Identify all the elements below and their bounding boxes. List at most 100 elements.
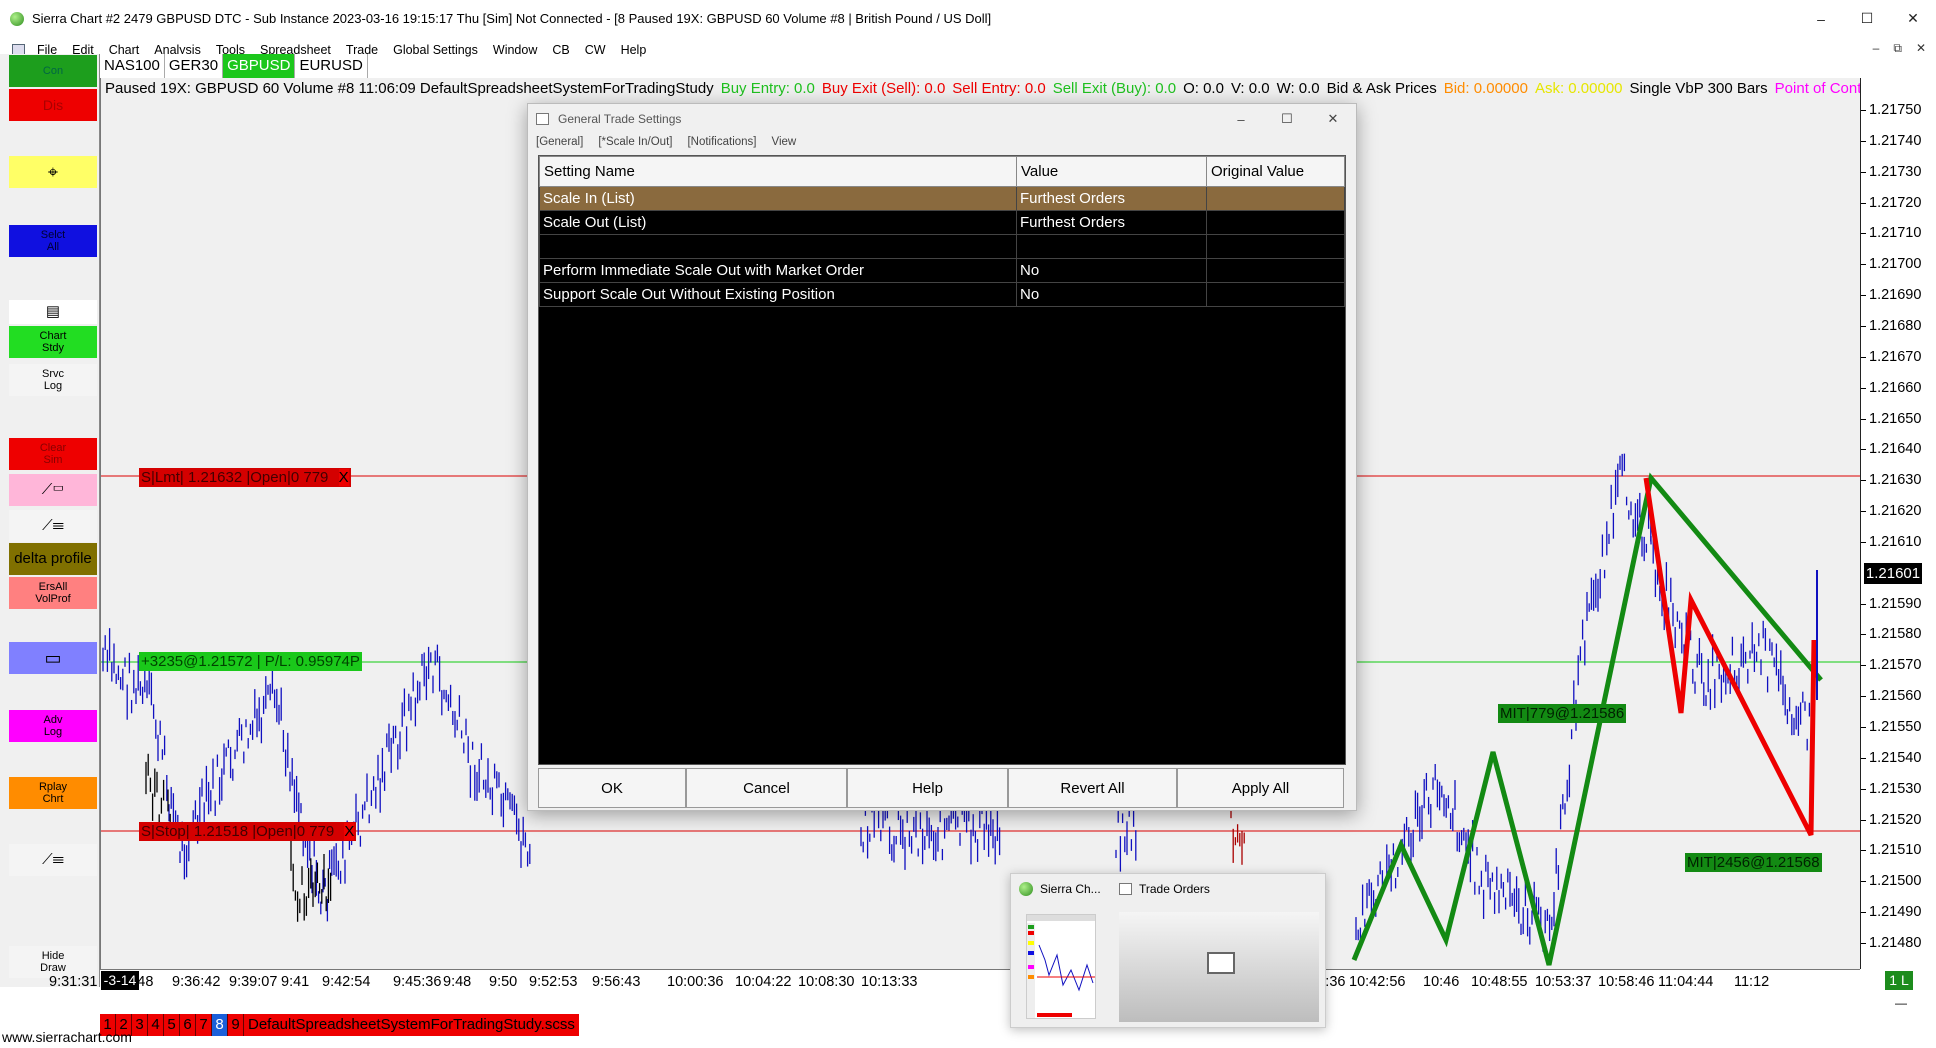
service-log-button[interactable]: Srvc Log bbox=[9, 364, 97, 396]
stop-order-label[interactable]: S|Stop| 1.21518 |Open|0 779 X bbox=[139, 822, 357, 841]
study-tab-7[interactable]: 7 bbox=[196, 1014, 212, 1036]
column-original-value[interactable]: Original Value bbox=[1206, 156, 1345, 187]
taskbar-item-sierra[interactable]: Sierra Ch... bbox=[1019, 882, 1101, 896]
fib-tool-button[interactable]: ⟋☰ bbox=[9, 510, 97, 542]
dialog-tab-view[interactable]: View bbox=[772, 136, 797, 148]
fib-extension-icon: ⟋☰ bbox=[42, 851, 64, 868]
replay-chart-button[interactable]: Rplay Chrt bbox=[9, 777, 97, 809]
crosshair-button[interactable]: ⌖ bbox=[9, 156, 97, 188]
time-axis[interactable]: 9:31:319:33:489:36:429:39:079:419:42:549… bbox=[49, 969, 1860, 993]
mdi-minimize-button[interactable]: – bbox=[1873, 41, 1880, 56]
dialog-tab-notifications[interactable]: [Notifications] bbox=[687, 136, 756, 148]
menu-global-settings[interactable]: Global Settings bbox=[393, 43, 478, 57]
ersall-label-2: VolProf bbox=[35, 593, 71, 605]
maximize-button[interactable]: ☐ bbox=[1844, 0, 1890, 37]
chart-studies-button[interactable]: Chart Stdy bbox=[9, 326, 97, 358]
horizontal-scroll-indicator[interactable]: — bbox=[1895, 996, 1907, 1010]
setting-value bbox=[1016, 234, 1207, 259]
column-value[interactable]: Value bbox=[1016, 156, 1207, 187]
select-all-button[interactable]: Selct All bbox=[9, 225, 97, 257]
close-button[interactable]: ✕ bbox=[1890, 0, 1936, 37]
sierra-chart-thumbnail[interactable] bbox=[1026, 914, 1096, 1019]
help-button[interactable]: Help bbox=[847, 768, 1008, 808]
mit-order-label-1[interactable]: MIT|779@1.21586 bbox=[1498, 704, 1627, 723]
mit-order-text-1: MIT|779@1.21586 bbox=[1500, 705, 1625, 722]
draw-tool-button[interactable]: ⟋▭ bbox=[9, 474, 97, 506]
settings-row[interactable]: Scale Out (List) Furthest Orders bbox=[539, 210, 1345, 235]
apply-all-button[interactable]: Apply All bbox=[1177, 768, 1344, 808]
rectangle-tool-button[interactable]: ▭ bbox=[9, 642, 97, 674]
fib-retracement-icon: ⟋☰ bbox=[42, 517, 64, 534]
setting-value[interactable]: No bbox=[1016, 282, 1207, 307]
study-tab-6[interactable]: 6 bbox=[180, 1014, 196, 1036]
price-tick-label: 1.21620 bbox=[1860, 503, 1922, 520]
price-axis[interactable]: 1.21750 1.21740 1.21730 1.21720 1.21710 1.217… bbox=[1860, 78, 1936, 969]
info-w: W: 0.0 bbox=[1276, 80, 1320, 97]
fib-extension-button[interactable]: ⟋☰ bbox=[9, 844, 97, 876]
dialog-tab-general[interactable]: [General] bbox=[536, 136, 583, 148]
study-tab-5[interactable]: 5 bbox=[164, 1014, 180, 1036]
price-tick-label: 1.21500 bbox=[1860, 873, 1922, 890]
settings-row[interactable]: Scale In (List) Furthest Orders bbox=[539, 186, 1345, 211]
setting-original bbox=[1206, 282, 1345, 307]
menu-cw[interactable]: CW bbox=[585, 43, 606, 57]
dialog-maximize-button[interactable]: ☐ bbox=[1264, 104, 1310, 134]
spreadsheet-file-tab[interactable]: DefaultSpreadsheetSystemForTradingStudy.… bbox=[244, 1014, 579, 1036]
dialog-tab-scale-in-out[interactable]: [*Scale In/Out] bbox=[598, 136, 672, 148]
setting-value[interactable]: Furthest Orders bbox=[1016, 186, 1207, 211]
study-tab-3[interactable]: 3 bbox=[132, 1014, 148, 1036]
time-tick-label: 9:39:07 bbox=[229, 974, 278, 990]
time-tick-label: 11:12 bbox=[1734, 974, 1770, 990]
mdi-restore-button[interactable]: ⧉ bbox=[1893, 41, 1902, 56]
clear-sim-button[interactable]: Clear Sim bbox=[9, 438, 97, 470]
tab-ger30[interactable]: GER30 bbox=[165, 54, 224, 78]
tab-nas100[interactable]: NAS100 bbox=[100, 54, 165, 78]
mit-order-label-2[interactable]: MIT|2456@1.21568 bbox=[1685, 853, 1822, 872]
time-tick-label: 10:48:55 bbox=[1471, 974, 1528, 990]
limit-order-label[interactable]: S|Lmt| 1.21632 |Open|0 779 X bbox=[139, 468, 351, 487]
dialog-close-button[interactable]: ✕ bbox=[1310, 104, 1356, 134]
time-tick-label: 10:00:36 bbox=[667, 974, 724, 990]
minimize-button[interactable]: – bbox=[1798, 0, 1844, 37]
service-log-label-2: Log bbox=[43, 380, 63, 392]
adv-log-button[interactable]: Adv Log bbox=[9, 710, 97, 742]
dialog-minimize-button[interactable]: – bbox=[1218, 104, 1264, 134]
dialog-window-icon bbox=[536, 113, 549, 125]
revert-all-button[interactable]: Revert All bbox=[1008, 768, 1177, 808]
erase-all-volume-profile-button[interactable]: ErsAll VolProf bbox=[9, 577, 97, 609]
delta-profile-button[interactable]: delta profile bbox=[9, 543, 97, 575]
settings-row[interactable]: Perform Immediate Scale Out with Market … bbox=[539, 258, 1345, 283]
trade-orders-thumbnail[interactable] bbox=[1119, 912, 1319, 1022]
menu-cb[interactable]: CB bbox=[552, 43, 569, 57]
general-trade-settings-dialog: General Trade Settings – ☐ ✕ [General] [… bbox=[527, 103, 1357, 811]
study-tab-4[interactable]: 4 bbox=[148, 1014, 164, 1036]
dis-button[interactable]: Dis bbox=[9, 89, 97, 121]
mdi-close-button[interactable]: ✕ bbox=[1916, 41, 1926, 56]
price-tick-label: 1.21730 bbox=[1860, 163, 1922, 180]
title-bar: Sierra Chart #2 2479 GBPUSD DTC - Sub In… bbox=[0, 0, 1936, 37]
time-tick-label: 10:04:22 bbox=[735, 974, 792, 990]
cancel-button[interactable]: Cancel bbox=[686, 768, 847, 808]
price-tick-label: 1.21530 bbox=[1860, 780, 1922, 797]
position-label[interactable]: +3235@1.21572 | P/L: 0.95974P bbox=[139, 652, 362, 671]
menu-window[interactable]: Window bbox=[493, 43, 537, 57]
column-setting-name[interactable]: Setting Name bbox=[539, 156, 1017, 187]
limit-order-cancel[interactable]: X bbox=[338, 469, 349, 486]
taskbar-item-trade-orders[interactable]: Trade Orders bbox=[1119, 882, 1210, 896]
setting-value[interactable]: Furthest Orders bbox=[1016, 210, 1207, 235]
ok-button[interactable]: OK bbox=[538, 768, 686, 808]
setting-value[interactable]: No bbox=[1016, 258, 1207, 283]
dis-label: Dis bbox=[42, 97, 64, 113]
settings-row[interactable]: Support Scale Out Without Existing Posit… bbox=[539, 282, 1345, 307]
stop-order-cancel[interactable]: X bbox=[344, 823, 355, 840]
study-tab-9[interactable]: 9 bbox=[228, 1014, 244, 1036]
menu-help[interactable]: Help bbox=[621, 43, 647, 57]
tab-gbpusd[interactable]: GBPUSD bbox=[223, 54, 296, 78]
time-tick-label: 11:04:44 bbox=[1658, 974, 1714, 990]
time-tick-label: 10:46 bbox=[1423, 974, 1460, 990]
study-tab-8[interactable]: 8 bbox=[212, 1014, 228, 1036]
con-button[interactable]: Con bbox=[9, 55, 97, 87]
tab-eurusd[interactable]: EURUSD bbox=[295, 54, 368, 78]
chart-icon-button[interactable]: ▤ bbox=[9, 300, 97, 324]
time-tick-label: 9:48 bbox=[443, 974, 472, 990]
